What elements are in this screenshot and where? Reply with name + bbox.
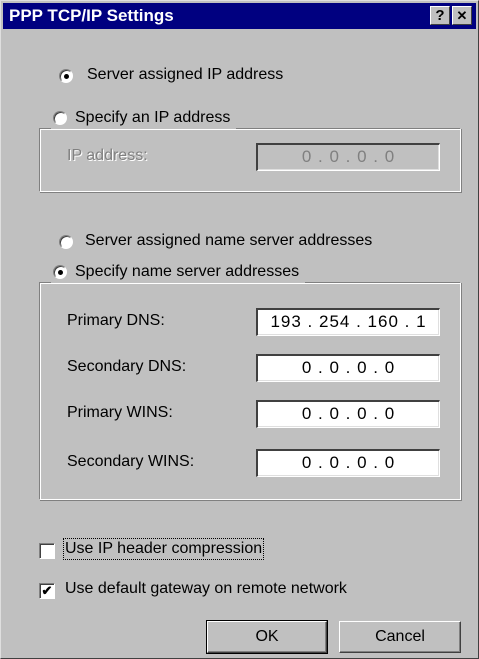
server-assigned-ip-radio[interactable] [59, 69, 73, 83]
secondary-dns-field[interactable]: 0 . 0 . 0 . 0 [256, 354, 440, 382]
specify-ns-label[interactable]: Specify name server addresses [75, 263, 299, 281]
primary-dns-field[interactable]: 193 . 254 . 160 . 1 [256, 308, 440, 336]
specify-ns-radio[interactable] [53, 265, 67, 279]
radio-selected-dot [58, 270, 63, 275]
checkmark-icon: ✔ [41, 583, 53, 598]
ppp-tcpip-settings-dialog: PPP TCP/IP Settings ? ✕ Server assigned … [0, 0, 479, 659]
ip-header-compression-checkbox[interactable] [39, 543, 55, 559]
server-assigned-ns-label[interactable]: Server assigned name server addresses [85, 232, 372, 250]
ok-button[interactable]: OK [206, 620, 328, 654]
specify-ip-radio[interactable] [53, 111, 67, 125]
secondary-dns-label: Secondary DNS: [67, 358, 187, 375]
ip-address-field[interactable]: 0 . 0 . 0 . 0 [256, 143, 440, 171]
secondary-wins-field[interactable]: 0 . 0 . 0 . 0 [256, 449, 440, 477]
ip-header-compression-label[interactable]: Use IP header compression [62, 538, 265, 560]
default-gateway-checkbox[interactable]: ✔ [39, 583, 55, 599]
radio-selected-dot [64, 74, 69, 79]
server-assigned-ns-radio[interactable] [59, 235, 73, 249]
secondary-wins-label: Secondary WINS: [67, 453, 195, 470]
help-icon[interactable]: ? [430, 6, 450, 25]
default-gateway-label[interactable]: Use default gateway on remote network [65, 580, 347, 598]
specify-ip-legend: Specify an IP address [51, 107, 237, 129]
primary-dns-label: Primary DNS: [67, 312, 165, 329]
primary-wins-label: Primary WINS: [67, 404, 173, 421]
close-icon[interactable]: ✕ [452, 6, 472, 25]
cancel-button[interactable]: Cancel [339, 621, 461, 653]
specify-ip-label[interactable]: Specify an IP address [75, 109, 230, 127]
title-bar[interactable]: PPP TCP/IP Settings ? ✕ [3, 3, 476, 29]
server-assigned-ip-label[interactable]: Server assigned IP address [87, 66, 283, 84]
window-title: PPP TCP/IP Settings [9, 6, 174, 25]
ip-address-label: IP address: [67, 147, 148, 164]
primary-wins-field[interactable]: 0 . 0 . 0 . 0 [256, 400, 440, 428]
specify-ns-legend: Specify name server addresses [51, 261, 306, 283]
